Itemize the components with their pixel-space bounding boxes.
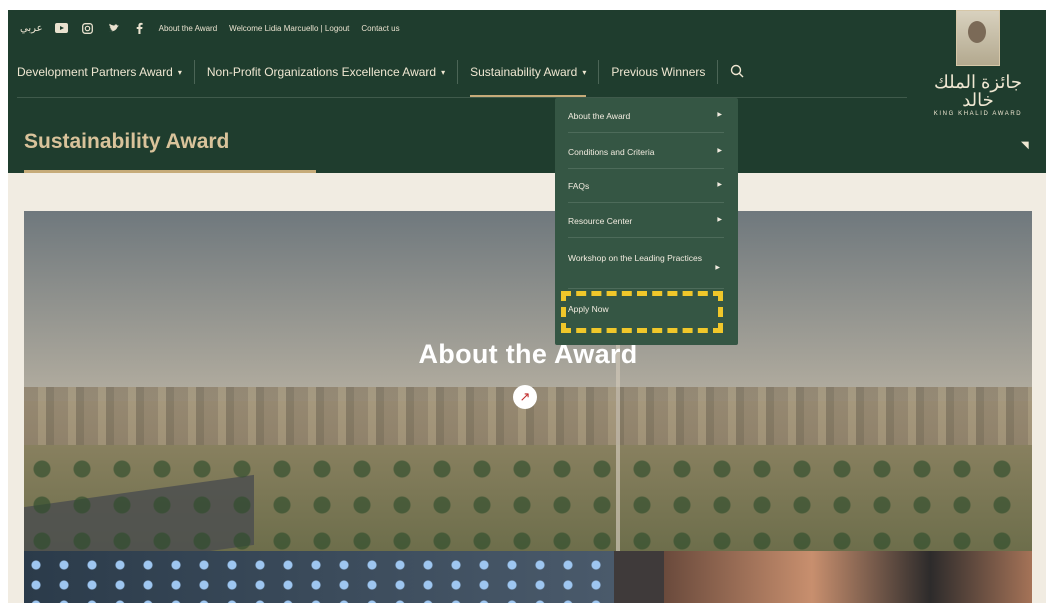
dropdown-separator xyxy=(568,202,724,203)
nav-label: Sustainability Award xyxy=(470,65,578,79)
dropdown-item-workshop[interactable]: Workshop on the Leading Practices ▶ xyxy=(568,252,720,271)
dropdown-item-label: Workshop on the Leading Practices xyxy=(568,253,703,263)
language-switch-link[interactable]: عربي xyxy=(20,23,43,34)
dropdown-item-faqs[interactable]: FAQs ▶ xyxy=(568,181,722,191)
arrow-up-right-icon[interactable]: ↗ xyxy=(513,385,537,409)
nav-label: Non-Profit Organizations Excellence Awar… xyxy=(206,65,437,79)
chevron-right-icon: ▶ xyxy=(715,265,720,271)
dropdown-item-conditions[interactable]: Conditions and Criteria ▶ xyxy=(568,147,722,157)
dropdown-separator xyxy=(568,288,724,289)
hero-banner: About the Award ↗ xyxy=(24,211,1032,551)
chevron-right-icon: ▶ xyxy=(717,148,722,154)
search-button[interactable] xyxy=(717,60,756,84)
king-portrait-image xyxy=(956,10,1000,66)
contact-link[interactable]: Contact us xyxy=(361,24,399,33)
hero-caption: About the Award xyxy=(418,339,638,369)
apply-now-highlight-box xyxy=(561,291,723,333)
nav-previous-winners[interactable]: Previous Winners xyxy=(598,60,717,84)
youtube-icon[interactable] xyxy=(55,21,69,35)
facebook-icon[interactable] xyxy=(133,21,147,35)
logo-english-text: KING KHALID AWARD xyxy=(933,111,1023,117)
chevron-down-icon: ▾ xyxy=(177,67,182,77)
logo-arabic-text: جائزة الملك خالد xyxy=(933,72,1022,110)
welcome-logout-link[interactable]: Welcome Lidia Marcuello | Logout xyxy=(229,24,349,33)
person-image xyxy=(664,551,1032,603)
chevron-right-icon: ▶ xyxy=(717,112,722,118)
twitter-icon[interactable] xyxy=(107,21,121,35)
dropdown-separator xyxy=(568,237,724,238)
instagram-icon[interactable] xyxy=(81,21,95,35)
dropdown-item-label: About the Award xyxy=(568,111,631,121)
top-bar: عربي About the Award Welcome Lidia Marcu… xyxy=(20,19,400,37)
nav-label: Development Partners Award xyxy=(17,65,173,79)
dropdown-item-label: FAQs xyxy=(568,181,590,191)
nav-development-partners-award[interactable]: Development Partners Award ▾ xyxy=(17,60,194,84)
site-logo[interactable]: جائزة الملك خالد KING KHALID AWARD xyxy=(918,6,1038,117)
dropdown-item-about[interactable]: About the Award ▶ xyxy=(568,111,722,121)
chevron-right-icon: ▶ xyxy=(717,182,722,188)
chevron-right-icon: ▶ xyxy=(717,217,722,223)
bottom-preview-strip xyxy=(24,551,1032,603)
dropdown-separator xyxy=(568,132,724,133)
about-award-link[interactable]: About the Award xyxy=(159,24,218,33)
bokeh-lights-image xyxy=(24,551,614,603)
main-nav: Development Partners Award ▾ Non-Profit … xyxy=(17,60,756,97)
nav-label: Previous Winners xyxy=(611,65,706,79)
corner-arrow-icon[interactable]: ◥ xyxy=(1021,140,1031,151)
chevron-down-icon: ▾ xyxy=(441,67,446,77)
nav-divider xyxy=(17,97,907,98)
chevron-down-icon: ▾ xyxy=(582,67,587,77)
nav-sustainability-award[interactable]: Sustainability Award ▾ xyxy=(457,60,598,97)
page-title: Sustainability Award xyxy=(24,130,230,153)
hero-trees xyxy=(24,451,1032,551)
dropdown-item-label: Conditions and Criteria xyxy=(568,147,655,157)
nav-non-profit-award[interactable]: Non-Profit Organizations Excellence Awar… xyxy=(193,60,457,84)
search-icon xyxy=(730,64,744,81)
dropdown-separator xyxy=(568,168,724,169)
hero-sky xyxy=(24,211,1032,401)
dropdown-item-label: Resource Center xyxy=(568,216,633,226)
dropdown-item-resource-center[interactable]: Resource Center ▶ xyxy=(568,216,722,226)
